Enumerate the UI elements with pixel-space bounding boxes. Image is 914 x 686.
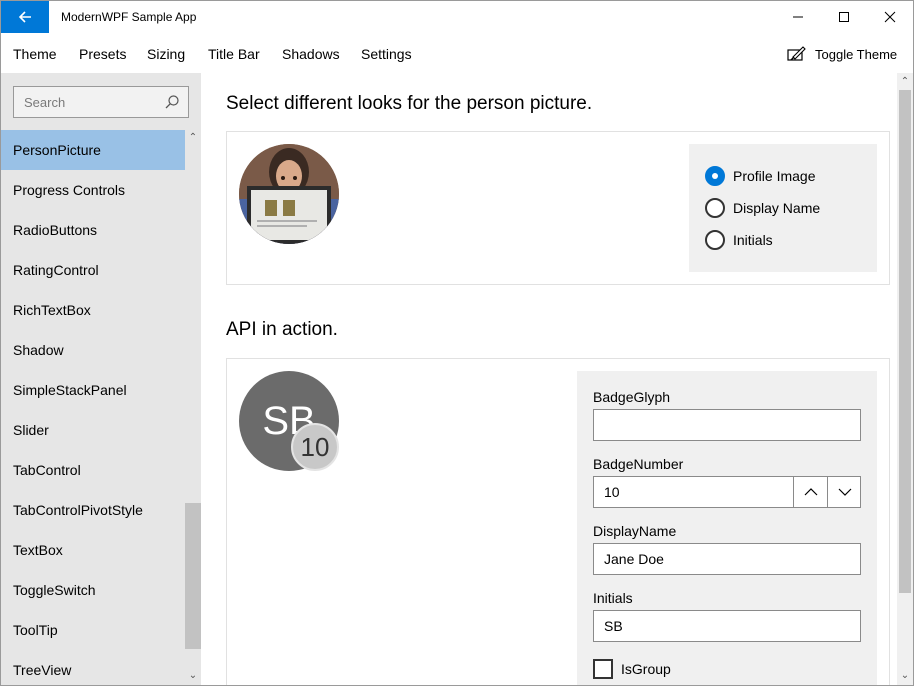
nav-item-simplestackpanel[interactable]: SimpleStackPanel <box>1 370 185 410</box>
nav-item-textbox[interactable]: TextBox <box>1 530 185 570</box>
close-button[interactable] <box>867 1 913 33</box>
radio-unchecked-icon[interactable] <box>705 230 725 250</box>
nav-item-tooltip[interactable]: ToolTip <box>1 610 185 650</box>
search-input[interactable]: Search <box>24 95 65 110</box>
radio-unchecked-icon[interactable] <box>705 198 725 218</box>
radio-checked-icon[interactable] <box>705 166 725 186</box>
section-heading-api: API in action. <box>226 319 338 340</box>
nav-item-richtextbox[interactable]: RichTextBox <box>1 290 185 330</box>
api-card: SB 10 BadgeGlyph BadgeNumber 10 DisplayN… <box>226 358 890 685</box>
close-icon <box>884 11 896 23</box>
menu-presets[interactable]: Presets <box>79 46 126 62</box>
nav-item-slider[interactable]: Slider <box>1 410 185 450</box>
avatar-badge: 10 <box>291 423 339 471</box>
nav-item-tabcontrol[interactable]: TabControl <box>1 450 185 490</box>
menu-shadows[interactable]: Shadows <box>282 46 340 62</box>
menu-theme[interactable]: Theme <box>13 46 57 62</box>
app-window: ModernWPF Sample App Theme Presets Sizin… <box>0 0 914 686</box>
increment-button[interactable] <box>793 477 827 507</box>
back-button[interactable] <box>1 1 49 33</box>
chevron-up-icon <box>804 488 817 496</box>
menu-sizing[interactable]: Sizing <box>147 46 185 62</box>
nav-item-personpicture[interactable]: PersonPicture <box>1 130 185 170</box>
search-box[interactable]: Search <box>13 86 189 118</box>
person-photo-image <box>239 144 339 244</box>
nav-item-progress-controls[interactable]: Progress Controls <box>1 170 185 210</box>
section-heading-looks: Select different looks for the person pi… <box>226 93 593 114</box>
display-name-label: DisplayName <box>593 523 677 539</box>
initials-label: Initials <box>593 590 633 606</box>
display-options-panel: Profile Image Display Name Initials <box>689 144 877 272</box>
radio-display-name-label: Display Name <box>733 200 821 216</box>
badge-number-stepper[interactable]: 10 <box>593 476 861 508</box>
checkbox-unchecked-icon[interactable] <box>593 659 613 679</box>
radio-initials[interactable]: Initials <box>705 230 773 250</box>
toggle-theme-button[interactable]: Toggle Theme <box>779 41 905 67</box>
back-arrow-icon <box>18 11 31 23</box>
initials-field[interactable]: SB <box>593 610 861 642</box>
display-name-field[interactable]: Jane Doe <box>593 543 861 575</box>
title-bar: ModernWPF Sample App <box>1 1 913 33</box>
nav-item-treeview[interactable]: TreeView <box>1 650 185 685</box>
scroll-down-icon[interactable]: ⌄ <box>900 671 910 681</box>
nav-item-shadow[interactable]: Shadow <box>1 330 185 370</box>
search-icon[interactable] <box>164 94 180 110</box>
badge-glyph-field[interactable] <box>593 409 861 441</box>
main-scrollbar[interactable]: ⌃ ⌄ <box>897 73 913 685</box>
toggle-theme-label: Toggle Theme <box>815 46 898 62</box>
minimize-icon <box>793 16 803 18</box>
badge-number-value[interactable]: 10 <box>604 484 620 500</box>
profile-image-avatar <box>239 144 339 244</box>
sidebar: Search PersonPicture Progress Controls R… <box>1 73 201 685</box>
scroll-up-icon[interactable]: ⌃ <box>900 77 910 87</box>
badge-number-label: BadgeNumber <box>593 456 684 472</box>
badge-glyph-label: BadgeGlyph <box>593 389 671 405</box>
nav-item-toggleswitch[interactable]: ToggleSwitch <box>1 570 185 610</box>
person-picture-card: Profile Image Display Name Initials <box>226 131 890 285</box>
radio-profile-image[interactable]: Profile Image <box>705 166 815 186</box>
sidebar-scroll-thumb[interactable] <box>185 503 201 649</box>
properties-panel: BadgeGlyph BadgeNumber 10 DisplayName Ja… <box>577 371 877 685</box>
maximize-button[interactable] <box>821 1 867 33</box>
is-group-checkbox[interactable]: IsGroup <box>593 659 671 679</box>
theme-brush-icon <box>787 46 806 61</box>
main-content: Select different looks for the person pi… <box>201 73 897 685</box>
menu-bar: Theme Presets Sizing Title Bar Shadows S… <box>1 33 913 73</box>
maximize-icon <box>839 12 849 22</box>
chevron-down-icon <box>838 488 851 496</box>
is-group-label: IsGroup <box>621 661 671 677</box>
nav-list: PersonPicture Progress Controls RadioBut… <box>1 130 185 685</box>
radio-profile-image-label: Profile Image <box>733 168 816 184</box>
radio-display-name[interactable]: Display Name <box>705 198 820 218</box>
menu-settings[interactable]: Settings <box>361 46 412 62</box>
main-scroll-thumb[interactable] <box>899 90 911 593</box>
radio-initials-label: Initials <box>733 232 773 248</box>
nav-item-radiobuttons[interactable]: RadioButtons <box>1 210 185 250</box>
nav-item-ratingcontrol[interactable]: RatingControl <box>1 250 185 290</box>
sidebar-scrollbar[interactable]: ⌃ ⌄ <box>185 130 201 685</box>
nav-item-tabcontrolpivotstyle[interactable]: TabControlPivotStyle <box>1 490 185 530</box>
minimize-button[interactable] <box>775 1 821 33</box>
scroll-down-icon[interactable]: ⌄ <box>188 671 198 681</box>
menu-title-bar[interactable]: Title Bar <box>208 46 260 62</box>
decrement-button[interactable] <box>827 477 861 507</box>
window-title: ModernWPF Sample App <box>61 10 197 24</box>
scroll-up-icon[interactable]: ⌃ <box>188 133 198 143</box>
